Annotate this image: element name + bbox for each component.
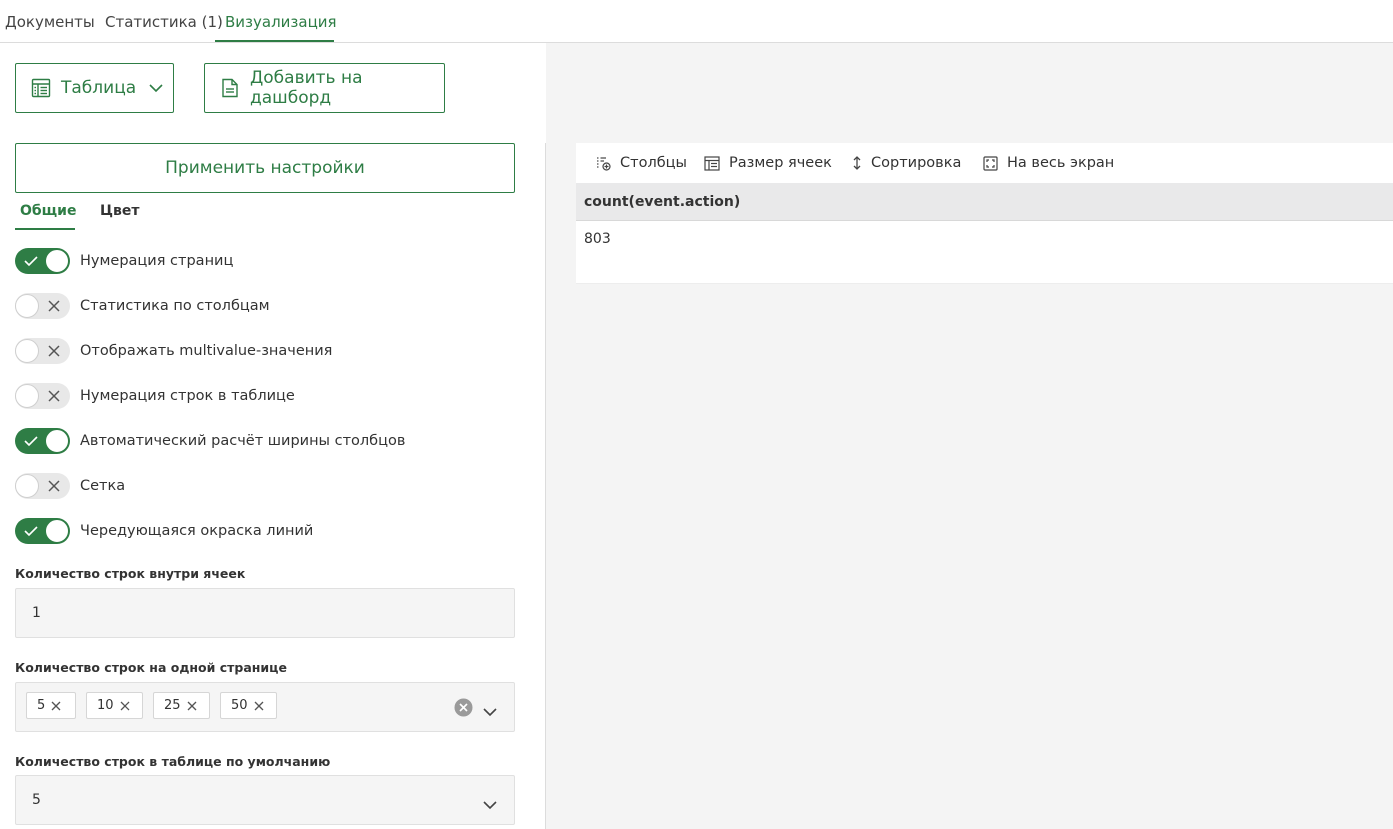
active-tab-indicator — [215, 40, 334, 42]
tab-visualization[interactable]: Визуализация — [225, 0, 337, 43]
default-rows-value: 5 — [32, 792, 41, 808]
apply-settings-button[interactable]: Применить настройки — [15, 143, 515, 193]
sorting-button[interactable]: Сортировка — [852, 143, 961, 183]
toggle-row-page-numbering: Нумерация страниц — [15, 248, 233, 274]
clear-all-icon[interactable] — [454, 698, 473, 721]
row-numbering-toggle[interactable] — [15, 383, 70, 409]
sorting-label: Сортировка — [871, 155, 962, 171]
chevron-down-icon[interactable] — [482, 795, 498, 814]
toggle-label: Нумерация строк в таблице — [80, 388, 295, 404]
tab-color[interactable]: Цвет — [100, 203, 139, 219]
option-chip: 10 — [86, 692, 143, 719]
rows-per-page-label: Количество строк на одной странице — [15, 660, 287, 675]
toggle-label: Автоматический расчёт ширины столбцов — [80, 433, 406, 449]
rows-per-page-multiselect[interactable]: 5 10 25 50 — [15, 682, 515, 732]
x-icon — [48, 300, 60, 312]
option-chip: 50 — [220, 692, 277, 719]
tab-documents[interactable]: Документы — [5, 0, 95, 43]
remove-icon[interactable] — [187, 701, 197, 711]
view-type-dropdown[interactable]: Таблица — [15, 63, 174, 113]
column-header[interactable]: count(event.action) — [584, 194, 740, 210]
top-tab-bar: Документы Статистика (1) Визуализация — [0, 0, 1393, 43]
columns-button[interactable]: Столбцы — [596, 143, 687, 183]
toggle-label: Чередующаяся окраска линий — [80, 523, 314, 539]
chip-label: 50 — [231, 698, 248, 713]
chevron-down-icon — [148, 83, 164, 93]
fullscreen-button[interactable]: На весь экран — [983, 143, 1114, 183]
toggle-row-striped: Чередующаяся окраска линий — [15, 518, 313, 544]
remove-icon[interactable] — [254, 701, 264, 711]
table-cell: 803 — [584, 231, 611, 247]
columns-icon — [597, 156, 611, 171]
cell-size-icon — [704, 155, 720, 171]
grid-toggle[interactable] — [15, 473, 70, 499]
striped-rows-toggle[interactable] — [15, 518, 70, 544]
toggle-label: Статистика по столбцам — [80, 298, 270, 314]
toggle-label: Отображать multivalue-значения — [80, 343, 333, 359]
rows-in-cell-value: 1 — [32, 605, 41, 621]
view-type-label: Таблица — [61, 78, 137, 98]
table-row: 803 — [576, 221, 1393, 284]
chevron-down-icon[interactable] — [482, 702, 498, 721]
option-chip: 25 — [153, 692, 210, 719]
rows-in-cell-label: Количество строк внутри ячеек — [15, 566, 246, 581]
cell-size-button[interactable]: Размер ячеек — [704, 143, 832, 183]
active-subtab-indicator — [15, 228, 75, 230]
add-to-dashboard-label: Добавить на дашборд — [250, 68, 363, 108]
toggle-row-auto-width: Автоматический расчёт ширины столбцов — [15, 428, 405, 454]
tab-statistics[interactable]: Статистика (1) — [105, 0, 223, 43]
check-icon — [24, 526, 38, 537]
cell-size-label: Размер ячеек — [729, 155, 832, 171]
toggle-label: Нумерация страниц — [80, 253, 234, 269]
default-rows-label: Количество строк в таблице по умолчанию — [15, 754, 331, 769]
multivalue-toggle[interactable] — [15, 338, 70, 364]
page-numbering-toggle[interactable] — [15, 248, 70, 274]
default-rows-select[interactable]: 5 — [15, 775, 515, 825]
visualization-page: Документы Статистика (1) Визуализация Та… — [0, 0, 1393, 829]
columns-label: Столбцы — [620, 155, 687, 171]
fullscreen-label: На весь экран — [1007, 155, 1115, 171]
chip-label: 25 — [164, 698, 181, 713]
remove-icon[interactable] — [120, 701, 130, 711]
table-header-row: count(event.action) — [576, 183, 1393, 221]
x-icon — [48, 480, 60, 492]
toggle-row-multivalue: Отображать multivalue-значения — [15, 338, 332, 364]
auto-width-toggle[interactable] — [15, 428, 70, 454]
toggle-row-column-stats: Статистика по столбцам — [15, 293, 270, 319]
option-chip: 5 — [26, 692, 76, 719]
table-icon — [31, 78, 51, 98]
check-icon — [24, 436, 38, 447]
tab-general[interactable]: Общие — [20, 203, 76, 219]
table-toolbar: Столбцы Размер ячеек Сортировка На весь … — [576, 143, 1393, 183]
chip-label: 10 — [97, 698, 114, 713]
rows-in-cell-input[interactable]: 1 — [15, 588, 515, 638]
x-icon — [48, 390, 60, 402]
panel-divider — [545, 143, 546, 829]
document-icon — [221, 78, 239, 98]
fullscreen-icon — [983, 155, 998, 171]
sort-icon — [853, 156, 861, 170]
x-icon — [48, 345, 60, 357]
add-to-dashboard-button[interactable]: Добавить на дашборд — [204, 63, 445, 113]
toggle-row-grid: Сетка — [15, 473, 125, 499]
column-stats-toggle[interactable] — [15, 293, 70, 319]
toggle-row-row-numbering: Нумерация строк в таблице — [15, 383, 295, 409]
remove-icon[interactable] — [51, 701, 61, 711]
chip-label: 5 — [37, 698, 46, 713]
toggle-label: Сетка — [80, 478, 126, 494]
check-icon — [24, 256, 38, 267]
